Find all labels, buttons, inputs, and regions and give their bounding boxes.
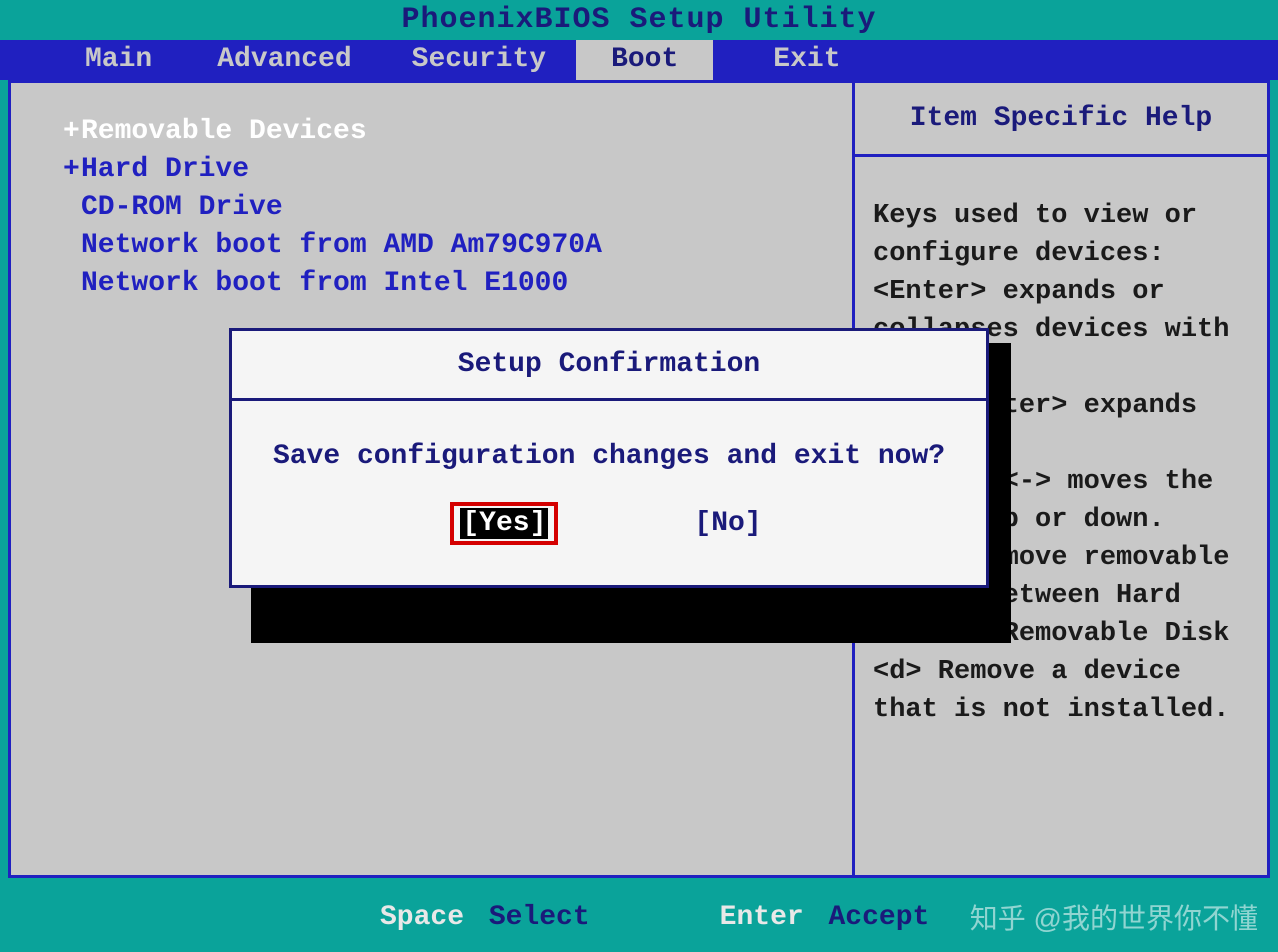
dialog-title: Setup Confirmation — [232, 331, 986, 401]
dialog-body: Save configuration changes and exit now?… — [232, 401, 986, 585]
boot-item-network-intel[interactable]: Network boot from Intel E1000 — [41, 265, 852, 303]
menu-boot[interactable]: Boot — [576, 40, 713, 80]
menu-main[interactable]: Main — [50, 40, 187, 80]
menu-advanced[interactable]: Advanced — [187, 40, 381, 80]
menu-exit[interactable]: Exit — [733, 40, 880, 80]
footer-action-accept: Accept — [828, 902, 929, 933]
boot-item-label: Network boot from AMD Am79C970A — [81, 230, 602, 261]
boot-item-network-amd[interactable]: Network boot from AMD Am79C970A — [41, 227, 852, 265]
footer-key-enter: Enter — [720, 902, 804, 933]
yes-button-label: [Yes] — [460, 508, 548, 539]
dialog-buttons: [Yes] [No] — [450, 502, 767, 545]
boot-item-label: Network boot from Intel E1000 — [81, 268, 568, 299]
watermark: 知乎 @我的世界你不懂 — [970, 897, 1258, 937]
yes-button[interactable]: [Yes] — [450, 502, 558, 545]
boot-item-label: Hard Drive — [81, 154, 249, 185]
help-header: Item Specific Help — [855, 83, 1267, 157]
footer-action-select: Select — [489, 902, 590, 933]
dialog-message: Save configuration changes and exit now? — [273, 441, 945, 472]
expand-icon: + — [63, 151, 81, 189]
main-area: +Removable Devices +Hard Drive CD-ROM Dr… — [8, 80, 1270, 878]
menu-bar: Main Advanced Security Boot Exit — [0, 40, 1278, 80]
menu-security[interactable]: Security — [382, 40, 576, 80]
boot-item-label: Removable Devices — [81, 116, 367, 147]
bios-title: PhoenixBIOS Setup Utility — [0, 0, 1278, 40]
boot-item-removable[interactable]: +Removable Devices — [41, 113, 852, 151]
boot-item-cdrom[interactable]: CD-ROM Drive — [41, 189, 852, 227]
boot-item-harddrive[interactable]: +Hard Drive — [41, 151, 852, 189]
boot-item-label: CD-ROM Drive — [81, 192, 283, 223]
footer-key-space: Space — [380, 902, 464, 933]
expand-icon: + — [63, 113, 81, 151]
no-button[interactable]: [No] — [688, 502, 767, 545]
setup-confirmation-dialog: Setup Confirmation Save configuration ch… — [229, 328, 989, 588]
